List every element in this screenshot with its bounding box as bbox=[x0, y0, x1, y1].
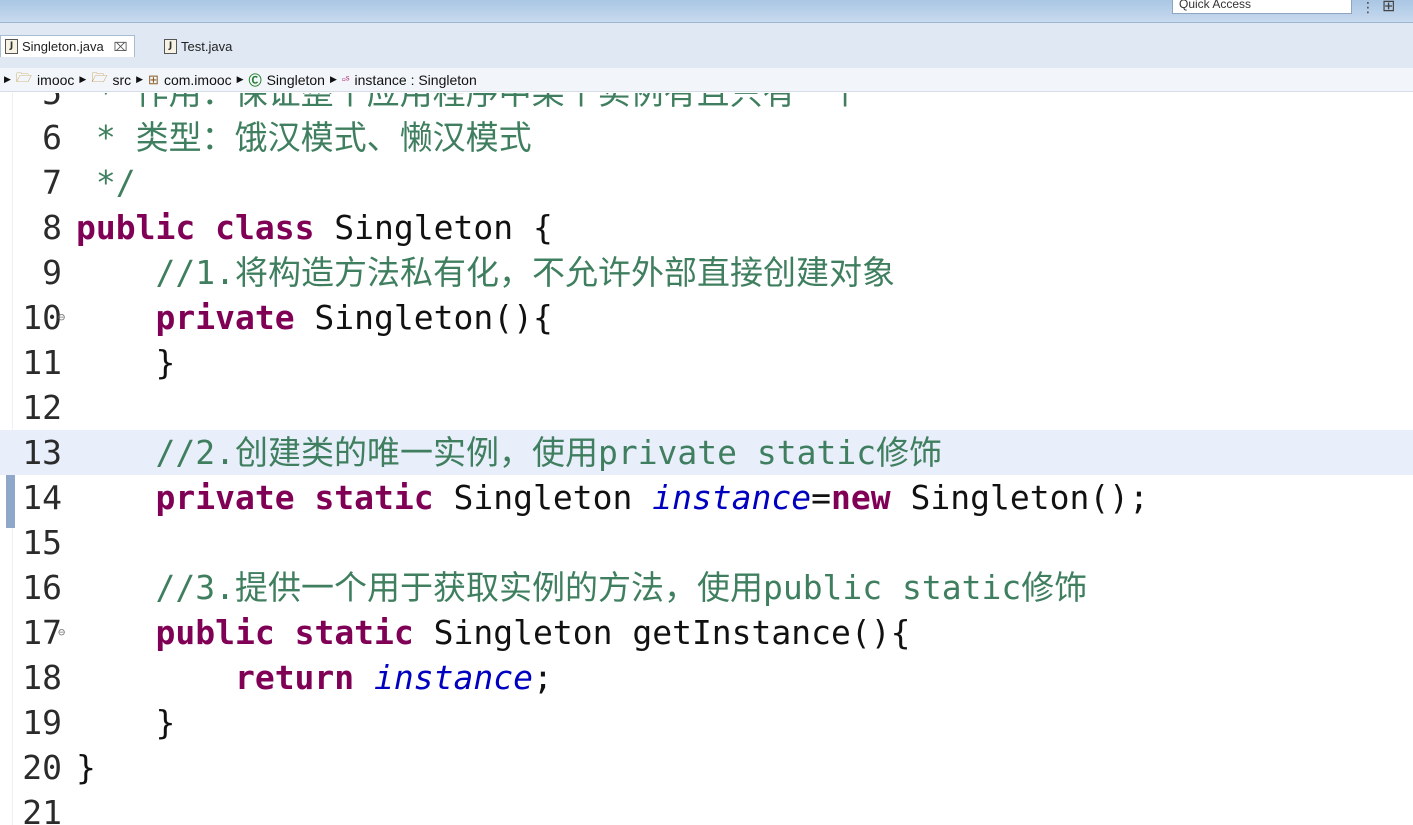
breadcrumb-item-field[interactable]: instance : Singleton bbox=[355, 72, 477, 88]
chevron-right-icon[interactable]: ▶ bbox=[237, 74, 244, 85]
code-line-5[interactable]: 5 * 作用：保证整个应用程序中某个实例有且只有一个 bbox=[0, 93, 1413, 115]
tab-label: Test.java bbox=[181, 38, 233, 54]
code-text[interactable]: public static Singleton getInstance(){ bbox=[76, 610, 910, 655]
chevron-right-icon[interactable]: ▶ bbox=[330, 74, 337, 85]
breadcrumb-item-class[interactable]: Singleton bbox=[267, 72, 325, 88]
code-line-19[interactable]: 19 } bbox=[0, 700, 1413, 745]
code-line-13[interactable]: 13 //2.创建类的唯一实例，使用private static修饰 bbox=[0, 430, 1413, 475]
toolbar-separator: ⋮ bbox=[1361, 0, 1375, 16]
code-line-20[interactable]: 20} bbox=[0, 745, 1413, 790]
project-folder-icon: 🗁 bbox=[15, 69, 33, 85]
chevron-right-icon[interactable]: ▶ bbox=[4, 74, 11, 85]
close-tab-icon[interactable]: ⌧ bbox=[114, 40, 128, 54]
code-text[interactable]: * 作用：保证整个应用程序中某个实例有且只有一个 bbox=[76, 93, 862, 115]
line-number: 20 bbox=[22, 748, 62, 787]
line-number: 18 bbox=[22, 658, 62, 697]
line-number: 10 bbox=[22, 298, 62, 337]
editor-tab-strip: J Singleton.java ⌧ J Test.java bbox=[0, 23, 1413, 68]
code-text[interactable]: //3.提供一个用于获取实例的方法，使用public static修饰 bbox=[76, 565, 1087, 610]
line-number: 7 bbox=[42, 163, 62, 202]
code-line-9[interactable]: 9 //1.将构造方法私有化，不允许外部直接创建对象 bbox=[0, 250, 1413, 295]
code-line-10[interactable]: 10 ⊖ private Singleton(){ bbox=[0, 295, 1413, 340]
line-number: 6 bbox=[42, 118, 62, 157]
code-text[interactable]: } bbox=[76, 340, 175, 385]
code-text[interactable]: } bbox=[76, 745, 96, 790]
breadcrumb-item-package[interactable]: com.imooc bbox=[164, 72, 232, 88]
line-number: 11 bbox=[22, 343, 62, 382]
line-number: 12 bbox=[22, 388, 62, 427]
source-folder-icon: 🗁 bbox=[91, 69, 108, 85]
code-text[interactable]: public class Singleton { bbox=[76, 205, 553, 250]
class-icon: Ⓒ bbox=[248, 73, 262, 88]
code-editor[interactable]: 5 * 作用：保证整个应用程序中某个实例有且只有一个6 * 类型：饿汉模式、懒汉… bbox=[0, 93, 1413, 825]
quick-access-input[interactable]: Quick Access bbox=[1172, 0, 1352, 14]
line-number: 9 bbox=[42, 253, 62, 292]
code-line-18[interactable]: 18 return instance; bbox=[0, 655, 1413, 700]
java-file-icon: J bbox=[5, 39, 18, 54]
code-line-12[interactable]: 12 bbox=[0, 385, 1413, 430]
line-number: 13 bbox=[22, 433, 62, 472]
line-number: 14 bbox=[22, 478, 62, 517]
fold-toggle-icon[interactable]: ⊖ bbox=[58, 295, 65, 340]
java-file-icon: J bbox=[164, 38, 177, 54]
breadcrumb-item-src[interactable]: src bbox=[112, 72, 131, 88]
field-icon: ▫ˢ bbox=[341, 73, 350, 86]
breadcrumb: ▶ 🗁 imooc ▶ 🗁 src ▶ ⊞ com.imooc ▶ Ⓒ Sing… bbox=[0, 68, 1413, 92]
code-line-8[interactable]: 8 public class Singleton { bbox=[0, 205, 1413, 250]
code-text[interactable]: * 类型：饿汉模式、懒汉模式 bbox=[76, 115, 532, 160]
line-number: 17 bbox=[22, 613, 62, 652]
chevron-right-icon[interactable]: ▶ bbox=[79, 74, 86, 85]
line-number: 21 bbox=[22, 793, 62, 825]
code-text[interactable]: return instance; bbox=[76, 655, 553, 700]
code-line-16[interactable]: 16 //3.提供一个用于获取实例的方法，使用public static修饰 bbox=[0, 565, 1413, 610]
tab-label: Singleton.java bbox=[22, 39, 104, 54]
code-text[interactable]: } bbox=[76, 700, 175, 745]
line-number: 15 bbox=[22, 523, 62, 562]
fold-toggle-icon[interactable]: ⊖ bbox=[58, 610, 65, 655]
code-text[interactable]: private static Singleton instance=new Si… bbox=[76, 475, 1148, 520]
code-text[interactable]: //2.创建类的唯一实例，使用private static修饰 bbox=[76, 430, 942, 475]
code-text[interactable]: private Singleton(){ bbox=[76, 295, 552, 340]
code-text[interactable]: //1.将构造方法私有化，不允许外部直接创建对象 bbox=[76, 250, 894, 295]
tab-test-java[interactable]: J Test.java bbox=[160, 35, 238, 57]
code-line-17[interactable]: 17 ⊖ public static Singleton getInstance(… bbox=[0, 610, 1413, 655]
line-number: 5 bbox=[14, 93, 62, 115]
code-line-11[interactable]: 11 } bbox=[0, 340, 1413, 385]
chevron-right-icon[interactable]: ▶ bbox=[136, 74, 143, 85]
package-icon: ⊞ bbox=[148, 71, 159, 87]
code-line-21[interactable]: 21 bbox=[0, 790, 1413, 825]
code-line-14[interactable]: 14 private static Singleton instance=new… bbox=[0, 475, 1413, 520]
line-number: 8 bbox=[42, 208, 62, 247]
code-text[interactable]: */ bbox=[76, 160, 136, 205]
tab-singleton-java[interactable]: J Singleton.java ⌧ bbox=[0, 35, 135, 57]
code-line-15[interactable]: 15 bbox=[0, 520, 1413, 565]
breadcrumb-item-project[interactable]: imooc bbox=[37, 72, 74, 88]
open-perspective-icon[interactable]: ⊞ bbox=[1382, 0, 1402, 14]
line-number: 16 bbox=[22, 568, 62, 607]
line-number: 19 bbox=[22, 703, 62, 742]
main-toolbar: Quick Access ⋮ ⊞ bbox=[0, 0, 1413, 23]
code-line-6[interactable]: 6 * 类型：饿汉模式、懒汉模式 bbox=[0, 115, 1413, 160]
code-line-7[interactable]: 7 */ bbox=[0, 160, 1413, 205]
